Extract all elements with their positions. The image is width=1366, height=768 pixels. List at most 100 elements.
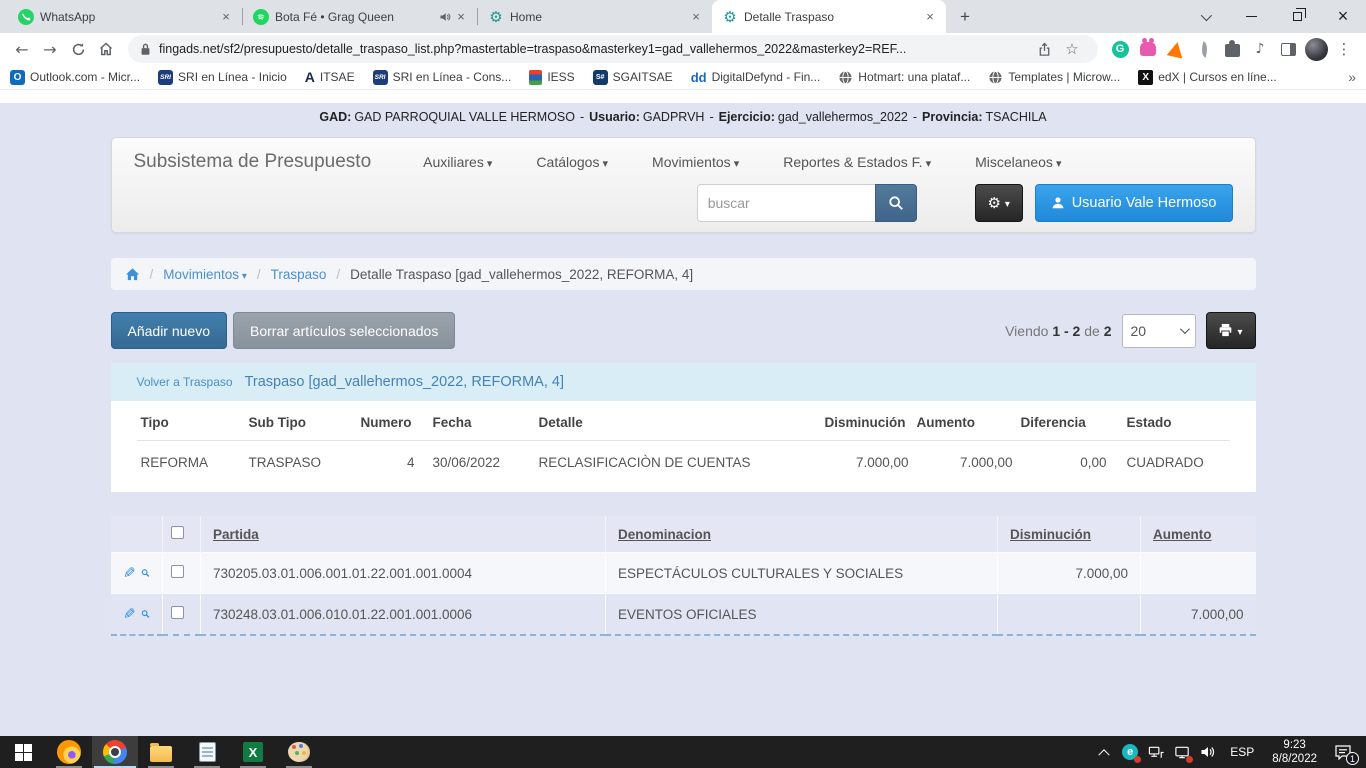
column-aumento[interactable]: Aumento (1141, 516, 1256, 553)
page-top-strip (0, 90, 1366, 103)
breadcrumb-traspaso[interactable]: Traspaso (271, 267, 327, 282)
start-button[interactable] (0, 736, 46, 768)
pink-extension-icon[interactable] (1135, 36, 1161, 62)
tab-audio-icon[interactable] (439, 11, 451, 23)
bookmark-iess[interactable]: IESS (529, 70, 574, 85)
row-checkbox[interactable] (171, 565, 184, 578)
orange-extension-icon[interactable] (1163, 36, 1189, 62)
close-icon[interactable] (453, 9, 469, 25)
home-icon[interactable] (125, 267, 140, 282)
ejercicio-label: Ejercicio: (719, 110, 775, 124)
bookmark-hotmart[interactable]: Hotmart: una plataf... (838, 70, 970, 85)
tab-whatsapp[interactable]: WhatsApp (8, 0, 242, 33)
network-icon[interactable] (1143, 736, 1169, 768)
bookmark-sri-inicio[interactable]: SRI en Línea - Inicio (158, 70, 287, 85)
view-icon[interactable] (141, 607, 150, 621)
taskbar-chrome[interactable] (92, 736, 138, 768)
minimize-button[interactable] (1228, 0, 1274, 33)
row-checkbox[interactable] (171, 606, 184, 619)
new-tab-button[interactable] (952, 4, 978, 30)
taskbar-notepad[interactable] (184, 736, 230, 768)
fingads-icon: ⚙ (488, 9, 504, 25)
bookmark-sri-consultas[interactable]: SRI en Línea - Cons... (373, 70, 512, 85)
side-panel-icon[interactable] (1275, 36, 1301, 62)
bookmark-sgaitsae[interactable]: SGAITSAE (593, 70, 673, 85)
print-button[interactable] (1206, 312, 1256, 349)
edit-icon[interactable] (123, 605, 136, 623)
menu-auxiliares[interactable]: Auxiliares (423, 154, 492, 170)
eset-tray-icon[interactable] (1117, 736, 1143, 768)
bookmark-digitaldefynd[interactable]: DigitalDefynd - Fin... (691, 70, 821, 85)
tray-expand-icon[interactable] (1091, 736, 1117, 768)
tab-search-icon[interactable] (1182, 0, 1228, 33)
profile-avatar[interactable] (1303, 36, 1329, 62)
bookmark-star-icon[interactable] (1059, 36, 1085, 62)
taskbar-file-explorer[interactable] (138, 736, 184, 768)
chevron-down-icon (731, 154, 740, 170)
edit-icon[interactable] (123, 564, 136, 582)
forward-icon[interactable]: → (36, 35, 64, 63)
taskbar-excel[interactable] (230, 736, 276, 768)
column-partida[interactable]: Partida (201, 516, 606, 553)
tab-spotify[interactable]: Bota Fé • Grag Queen (243, 0, 477, 33)
view-icon[interactable] (141, 566, 150, 580)
sri-icon (158, 70, 173, 85)
delete-selected-button[interactable]: Borrar artículos seleccionados (233, 312, 455, 349)
breadcrumb-movimientos[interactable]: Movimientos (163, 267, 247, 282)
media-extension-icon[interactable] (1247, 36, 1273, 62)
language-indicator[interactable]: ESP (1221, 745, 1263, 759)
provincia-label: Provincia: (922, 110, 982, 124)
taskbar-firefox[interactable] (46, 736, 92, 768)
date: 8/8/2022 (1272, 752, 1317, 766)
chevron-down-icon (923, 154, 932, 170)
share-icon[interactable] (1031, 36, 1057, 62)
column-disminucion[interactable]: Disminución (998, 516, 1141, 553)
restore-button[interactable] (1274, 0, 1320, 33)
alert-badge (1134, 756, 1141, 763)
display-alert-icon[interactable] (1169, 736, 1195, 768)
fingads-icon: ⚙ (722, 9, 738, 25)
grammarly-extension-icon[interactable] (1107, 36, 1133, 62)
reload-icon[interactable] (64, 35, 92, 63)
chevron-down-icon (1237, 322, 1242, 340)
search-input[interactable] (697, 184, 875, 222)
tab-home[interactable]: ⚙ Home (478, 0, 712, 33)
action-center-icon[interactable]: 1 (1326, 736, 1360, 768)
menu-catalogos[interactable]: Catálogos (536, 154, 608, 170)
taskbar-clock[interactable]: 9:23 8/8/2022 (1263, 738, 1326, 767)
windows-taskbar: ESP 9:23 8/8/2022 1 (0, 736, 1366, 768)
extensions-puzzle-icon[interactable] (1219, 36, 1245, 62)
bookmark-templates[interactable]: Templates | Microw... (988, 70, 1120, 85)
taskbar-paint[interactable] (276, 736, 322, 768)
close-window-button[interactable] (1320, 0, 1366, 33)
menu-reportes[interactable]: Reportes & Estados F. (783, 154, 931, 170)
bookmark-itsae[interactable]: ITSAE (305, 69, 355, 85)
windows-icon (15, 744, 32, 761)
browser-menu-icon[interactable] (1331, 36, 1357, 62)
close-icon[interactable] (922, 9, 938, 25)
master-info-strip: Volver a Traspaso Traspaso [gad_valleher… (111, 363, 1256, 401)
back-icon[interactable]: ← (8, 35, 36, 63)
close-icon[interactable] (688, 9, 704, 25)
tab-title: Detalle Traspaso (744, 10, 916, 24)
feather-extension-icon[interactable] (1191, 36, 1217, 62)
menu-miscelaneos[interactable]: Miscelaneos (975, 154, 1061, 170)
tab-detalle-traspaso[interactable]: ⚙ Detalle Traspaso (712, 0, 946, 33)
page-size-select[interactable]: 20 (1122, 314, 1196, 348)
settings-button[interactable]: ⚙ (975, 184, 1023, 222)
usuario-label: Usuario: (589, 110, 640, 124)
menu-movimientos[interactable]: Movimientos (652, 154, 739, 170)
add-new-button[interactable]: Añadir nuevo (111, 312, 228, 349)
column-denominacion[interactable]: Denominacion (606, 516, 998, 553)
close-icon[interactable] (218, 9, 234, 25)
back-to-traspaso-link[interactable]: Volver a Traspaso (137, 375, 233, 389)
user-button[interactable]: Usuario Vale Hermoso (1035, 184, 1233, 222)
volume-icon[interactable] (1195, 736, 1221, 768)
home-icon[interactable] (92, 35, 120, 63)
bookmark-outlook[interactable]: Outlook.com - Micr... (10, 70, 140, 85)
search-button[interactable] (875, 184, 917, 222)
bookmark-edx[interactable]: edX | Cursos en líne... (1138, 70, 1277, 85)
select-all-checkbox[interactable] (171, 526, 184, 539)
bookmarks-overflow-icon[interactable] (1348, 69, 1356, 85)
url-bar[interactable]: fingads.net/sf2/presupuesto/detalle_tras… (128, 35, 1098, 63)
